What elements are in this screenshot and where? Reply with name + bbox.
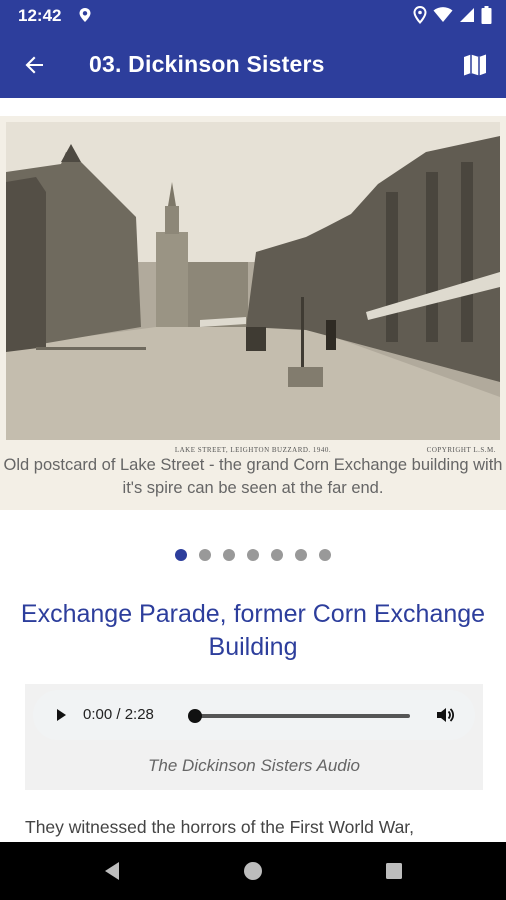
gallery-page-dot[interactable] xyxy=(295,549,307,561)
gallery-page-dot[interactable] xyxy=(247,549,259,561)
photo-card: LAKE STREET, LEIGHTON BUZZARD. 1940. COP… xyxy=(0,116,506,510)
section-heading: Exchange Parade, former Corn Exchange Bu… xyxy=(20,600,486,661)
gallery-page-dot[interactable] xyxy=(271,549,283,561)
volume-icon[interactable] xyxy=(435,705,455,725)
nav-back-icon[interactable] xyxy=(100,859,124,883)
gallery-page-dot[interactable] xyxy=(319,549,331,561)
postcard-photo[interactable] xyxy=(6,122,500,440)
gallery-page-dot[interactable] xyxy=(199,549,211,561)
arrow-back-icon[interactable] xyxy=(22,52,48,78)
gallery-page-dot[interactable] xyxy=(175,549,187,561)
audio-card: 0:00 / 2:28 The Dickinson Sisters Audio xyxy=(25,684,483,790)
gallery-pager xyxy=(0,549,506,561)
gallery-page-dot[interactable] xyxy=(223,549,235,561)
content-scroll[interactable]: LAKE STREET, LEIGHTON BUZZARD. 1940. COP… xyxy=(0,98,506,842)
status-bar: 12:42 xyxy=(0,0,506,32)
body-paragraph: They witnessed the horrors of the First … xyxy=(25,817,415,837)
status-time: 12:42 xyxy=(18,6,62,25)
audio-caption: The Dickinson Sisters Audio xyxy=(148,756,360,775)
status-icons xyxy=(413,5,492,29)
map-icon[interactable] xyxy=(462,52,488,78)
nav-recents-icon[interactable] xyxy=(382,859,406,883)
audio-player: 0:00 / 2:28 xyxy=(33,690,475,740)
battery-icon xyxy=(481,6,492,29)
audio-seek-thumb[interactable] xyxy=(188,709,202,723)
signal-icon xyxy=(459,7,475,28)
location-icon xyxy=(413,5,427,29)
nav-home-icon[interactable] xyxy=(241,859,265,883)
play-icon[interactable] xyxy=(53,707,69,723)
page-title: 03. Dickinson Sisters xyxy=(89,51,325,77)
audio-time: 0:00 / 2:28 xyxy=(83,706,154,723)
audio-seek-bar[interactable] xyxy=(188,709,410,723)
photo-caption: Old postcard of Lake Street - the grand … xyxy=(3,456,503,497)
nav-bar xyxy=(0,842,506,900)
location-icon xyxy=(78,7,92,28)
app-bar: 03. Dickinson Sisters xyxy=(0,32,506,98)
postcard-copyright: COPYRIGHT L.S.M. xyxy=(426,446,496,454)
wifi-icon xyxy=(433,7,453,28)
